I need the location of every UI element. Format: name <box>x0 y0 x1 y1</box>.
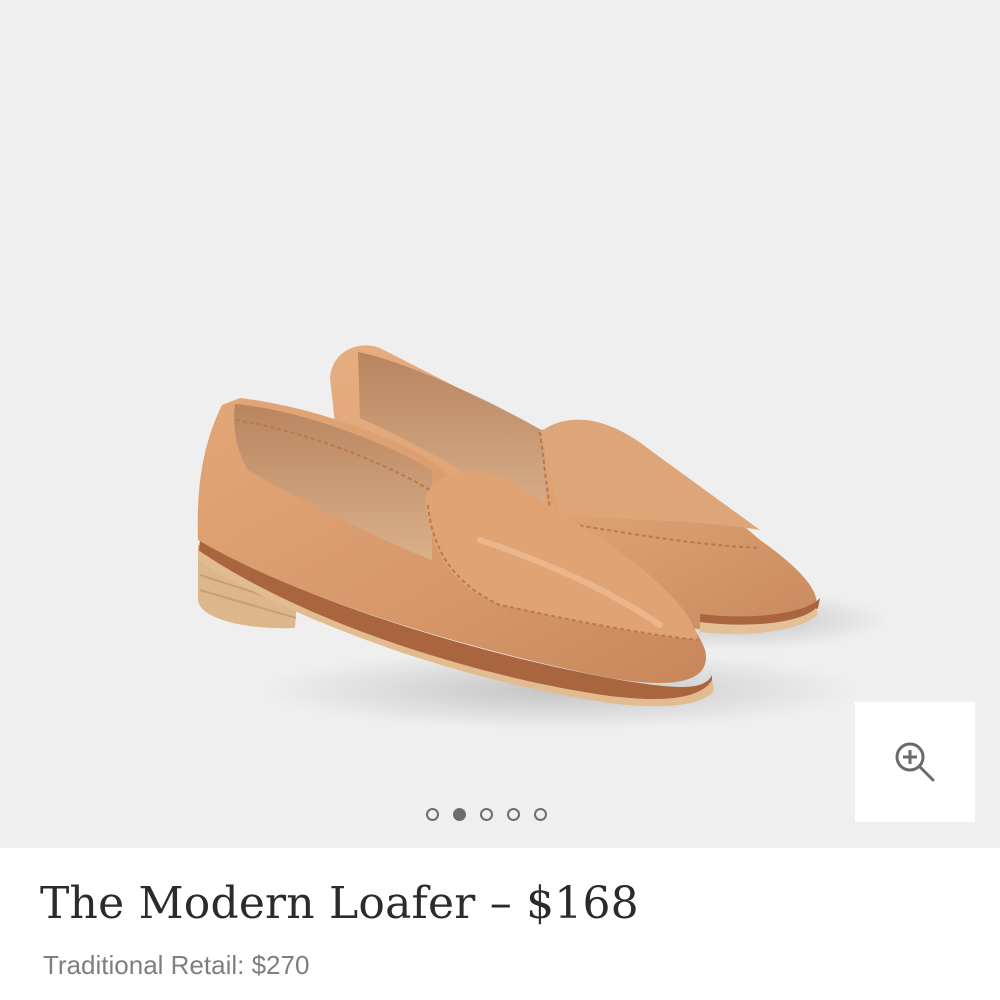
carousel-dot-2[interactable] <box>453 808 466 821</box>
carousel-dot-3[interactable] <box>480 808 493 821</box>
carousel-dot-5[interactable] <box>534 808 547 821</box>
zoom-button[interactable] <box>855 702 975 822</box>
product-title: The Modern Loafer – $168 <box>40 878 639 929</box>
product-info: The Modern Loafer – $168 Traditional Ret… <box>0 848 1000 1000</box>
carousel-indicators <box>426 808 576 826</box>
product-image[interactable] <box>0 0 1000 848</box>
carousel-dot-4[interactable] <box>507 808 520 821</box>
carousel-dot-1[interactable] <box>426 808 439 821</box>
product-gallery[interactable] <box>0 0 1000 848</box>
zoom-in-icon <box>895 742 935 782</box>
traditional-retail-price: Traditional Retail: $270 <box>43 950 310 980</box>
product-page: The Modern Loafer – $168 Traditional Ret… <box>0 0 1000 1000</box>
